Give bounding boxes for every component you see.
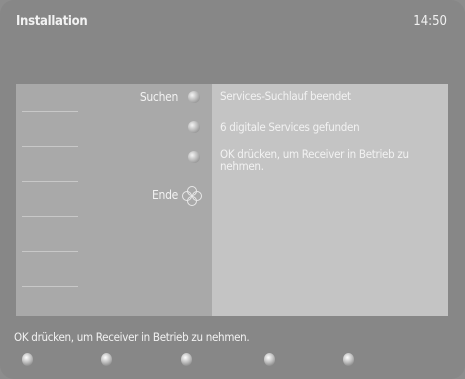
remote-button-icon[interactable] [343, 353, 354, 366]
button-indicator-icon [188, 151, 200, 163]
message-line: OK drücken, um Receiver in Betrieb zu ne… [220, 147, 409, 173]
button-indicator-icon [188, 91, 200, 103]
button-indicator-icon [188, 121, 200, 133]
message-line: 6 digitale Services gefunden [220, 120, 360, 134]
clock: 14:50 [413, 14, 447, 29]
menu-divider [22, 251, 78, 252]
page-title: Installation [16, 14, 88, 29]
menu-item-search[interactable]: Suchen [140, 90, 178, 104]
menu-divider [22, 111, 78, 112]
remote-button-icon[interactable] [101, 353, 112, 366]
status-bar-text: OK drücken, um Receiver in Betrieb zu ne… [14, 330, 250, 344]
navigation-pad-icon [182, 186, 202, 206]
message-line: Services-Suchlauf beendet [220, 89, 351, 103]
message-panel: Services-Suchlauf beendet 6 digitale Ser… [212, 84, 448, 316]
screen-frame: Installation 14:50 Suchen Ende Services-… [0, 0, 465, 379]
menu-item-end[interactable]: Ende [152, 188, 178, 202]
menu-panel: Suchen Ende [16, 84, 212, 316]
remote-button-icon[interactable] [264, 353, 275, 366]
menu-divider [22, 146, 78, 147]
menu-divider [22, 216, 78, 217]
menu-divider [22, 286, 78, 287]
menu-divider [22, 181, 78, 182]
remote-button-icon[interactable] [22, 353, 33, 366]
remote-button-icon[interactable] [181, 353, 192, 366]
